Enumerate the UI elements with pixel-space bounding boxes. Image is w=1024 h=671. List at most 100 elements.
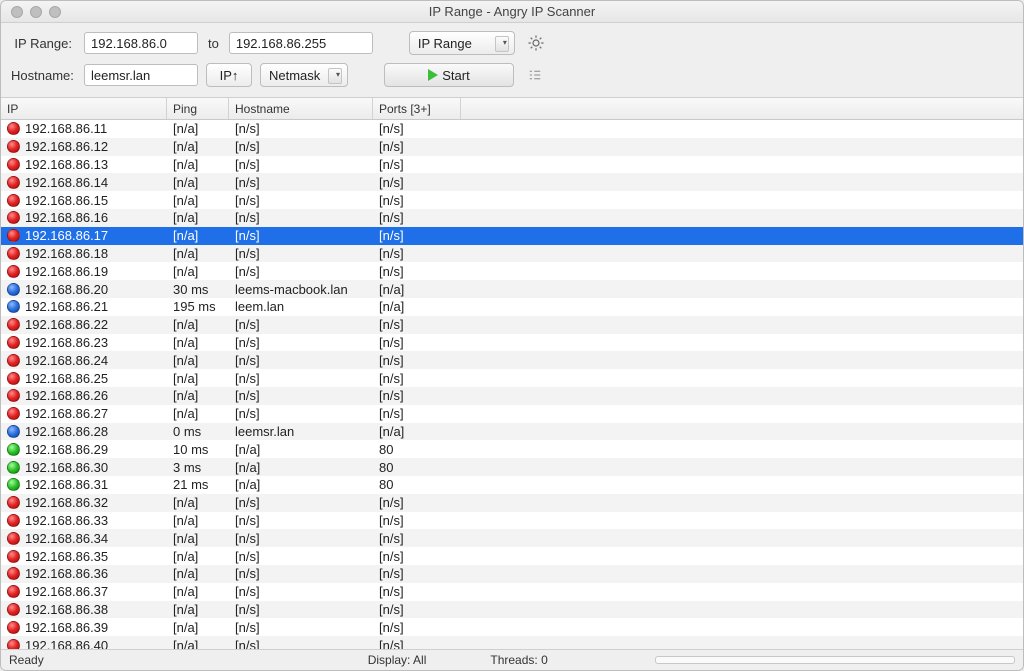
cell-ping: [n/a] — [167, 317, 229, 332]
table-row[interactable]: 192.168.86.2910 ms[n/a]80 — [1, 440, 1023, 458]
table-row[interactable]: 192.168.86.16[n/a][n/s][n/s] — [1, 209, 1023, 227]
table-row[interactable]: 192.168.86.14[n/a][n/s][n/s] — [1, 173, 1023, 191]
table-row[interactable]: 192.168.86.3121 ms[n/a]80 — [1, 476, 1023, 494]
table-row[interactable]: 192.168.86.2030 msleems-macbook.lan[n/a] — [1, 280, 1023, 298]
cell-ports: 80 — [373, 477, 461, 492]
cell-ping: [n/a] — [167, 157, 229, 172]
cell-ports: [n/s] — [373, 193, 461, 208]
titlebar[interactable]: IP Range - Angry IP Scanner — [1, 1, 1023, 23]
cell-host: [n/s] — [229, 353, 373, 368]
cell-ping: [n/a] — [167, 371, 229, 386]
cell-host: [n/a] — [229, 442, 373, 457]
cell-ip: 192.168.86.35 — [25, 549, 108, 564]
table-row[interactable]: 192.168.86.34[n/a][n/s][n/s] — [1, 529, 1023, 547]
cell-ip: 192.168.86.38 — [25, 602, 108, 617]
gear-icon — [527, 34, 545, 52]
ip-lookup-button[interactable]: IP↑ — [206, 63, 252, 87]
table-row[interactable]: 192.168.86.32[n/a][n/s][n/s] — [1, 494, 1023, 512]
fetchers-button[interactable] — [522, 63, 548, 87]
table-row[interactable]: 192.168.86.303 ms[n/a]80 — [1, 458, 1023, 476]
cell-ports: [n/s] — [373, 406, 461, 421]
col-ports[interactable]: Ports [3+] — [373, 98, 461, 119]
table-row[interactable]: 192.168.86.37[n/a][n/s][n/s] — [1, 583, 1023, 601]
cell-ping: [n/a] — [167, 549, 229, 564]
settings-button[interactable] — [523, 31, 549, 55]
table-row[interactable]: 192.168.86.19[n/a][n/s][n/s] — [1, 262, 1023, 280]
cell-ip: 192.168.86.27 — [25, 406, 108, 421]
cell-ping: [n/a] — [167, 193, 229, 208]
cell-host: [n/s] — [229, 157, 373, 172]
cell-ip: 192.168.86.16 — [25, 210, 108, 225]
cell-ports: [n/s] — [373, 264, 461, 279]
cell-host: [n/s] — [229, 264, 373, 279]
col-ping[interactable]: Ping — [167, 98, 229, 119]
cell-ports: [n/s] — [373, 121, 461, 136]
table-row[interactable]: 192.168.86.38[n/a][n/s][n/s] — [1, 601, 1023, 619]
table-row[interactable]: 192.168.86.24[n/a][n/s][n/s] — [1, 351, 1023, 369]
status-dot-icon — [7, 585, 20, 598]
cell-ports: 80 — [373, 460, 461, 475]
status-dot-icon — [7, 603, 20, 616]
col-ip[interactable]: IP — [1, 98, 167, 119]
table-row[interactable]: 192.168.86.11[n/a][n/s][n/s] — [1, 120, 1023, 138]
ip-range-label: IP Range: — [11, 36, 76, 51]
cell-ip: 192.168.86.17 — [25, 228, 108, 243]
mode-select[interactable]: IP Range ▾ — [409, 31, 515, 55]
table-row[interactable]: 192.168.86.12[n/a][n/s][n/s] — [1, 138, 1023, 156]
table-row[interactable]: 192.168.86.25[n/a][n/s][n/s] — [1, 369, 1023, 387]
results-grid[interactable]: 192.168.86.11[n/a][n/s][n/s]192.168.86.1… — [1, 120, 1023, 649]
cell-ping: [n/a] — [167, 406, 229, 421]
status-threads: Threads: 0 — [490, 653, 547, 667]
cell-ip: 192.168.86.24 — [25, 353, 108, 368]
table-row[interactable]: 192.168.86.40[n/a][n/s][n/s] — [1, 636, 1023, 649]
netmask-select[interactable]: Netmask ▾ — [260, 63, 348, 87]
cell-host: [n/s] — [229, 335, 373, 350]
cell-ports: [n/s] — [373, 638, 461, 650]
cell-ports: [n/s] — [373, 228, 461, 243]
status-dot-icon — [7, 283, 20, 296]
status-ready: Ready — [9, 653, 44, 667]
table-row[interactable]: 192.168.86.280 msleemsr.lan[n/a] — [1, 423, 1023, 441]
col-hostname[interactable]: Hostname — [229, 98, 373, 119]
ip-to-input[interactable] — [229, 32, 373, 54]
table-row[interactable]: 192.168.86.33[n/a][n/s][n/s] — [1, 512, 1023, 530]
table-row[interactable]: 192.168.86.26[n/a][n/s][n/s] — [1, 387, 1023, 405]
hostname-input[interactable] — [84, 64, 198, 86]
ip-from-input[interactable] — [84, 32, 198, 54]
cell-ping: 30 ms — [167, 282, 229, 297]
cell-ping: 21 ms — [167, 477, 229, 492]
cell-ip: 192.168.86.32 — [25, 495, 108, 510]
cell-host: [n/s] — [229, 317, 373, 332]
cell-ping: [n/a] — [167, 566, 229, 581]
table-row[interactable]: 192.168.86.23[n/a][n/s][n/s] — [1, 334, 1023, 352]
table-row[interactable]: 192.168.86.21195 msleem.lan[n/a] — [1, 298, 1023, 316]
table-row[interactable]: 192.168.86.22[n/a][n/s][n/s] — [1, 316, 1023, 334]
cell-ping: [n/a] — [167, 353, 229, 368]
cell-ports: [n/s] — [373, 335, 461, 350]
table-row[interactable]: 192.168.86.39[n/a][n/s][n/s] — [1, 618, 1023, 636]
table-row[interactable]: 192.168.86.35[n/a][n/s][n/s] — [1, 547, 1023, 565]
cell-ip: 192.168.86.29 — [25, 442, 108, 457]
table-row[interactable]: 192.168.86.15[n/a][n/s][n/s] — [1, 191, 1023, 209]
cell-ip: 192.168.86.19 — [25, 264, 108, 279]
table-row[interactable]: 192.168.86.18[n/a][n/s][n/s] — [1, 245, 1023, 263]
cell-ping: [n/a] — [167, 210, 229, 225]
status-dot-icon — [7, 532, 20, 545]
table-row[interactable]: 192.168.86.13[n/a][n/s][n/s] — [1, 156, 1023, 174]
cell-ping: [n/a] — [167, 584, 229, 599]
cell-ports: [n/s] — [373, 513, 461, 528]
status-dot-icon — [7, 318, 20, 331]
cell-ip: 192.168.86.30 — [25, 460, 108, 475]
status-dot-icon — [7, 122, 20, 135]
cell-host: [n/s] — [229, 620, 373, 635]
cell-ip: 192.168.86.37 — [25, 584, 108, 599]
cell-host: [n/s] — [229, 549, 373, 564]
cell-ping: [n/a] — [167, 264, 229, 279]
start-button[interactable]: Start — [384, 63, 514, 87]
cell-host: [n/s] — [229, 371, 373, 386]
table-row[interactable]: 192.168.86.17[n/a][n/s][n/s] — [1, 227, 1023, 245]
table-row[interactable]: 192.168.86.36[n/a][n/s][n/s] — [1, 565, 1023, 583]
cell-ports: [n/a] — [373, 424, 461, 439]
table-row[interactable]: 192.168.86.27[n/a][n/s][n/s] — [1, 405, 1023, 423]
chevron-down-icon: ▾ — [336, 71, 340, 79]
